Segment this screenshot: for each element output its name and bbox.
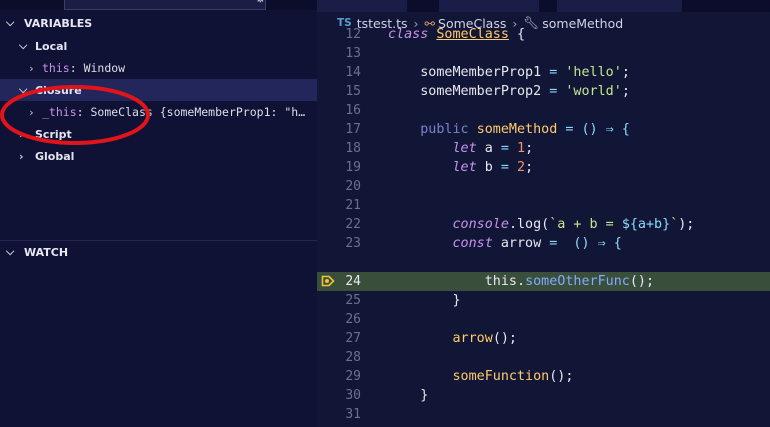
variable-row-this[interactable]: › this: Window [0, 57, 317, 79]
code-line[interactable]: 19 let b = 2; [317, 158, 770, 177]
variables-section-header[interactable]: ⌵ VARIABLES [0, 12, 317, 34]
chevron-down-icon: ⌵ [19, 83, 28, 96]
code-line[interactable]: 20 [317, 177, 770, 196]
chevron-down-icon: ⌵ [6, 245, 15, 258]
code-text: console.log(`a + b = ${a+b}`); [452, 217, 695, 232]
gear-icon[interactable]: ⚙ [255, 0, 266, 5]
editor-tab[interactable] [557, 0, 683, 12]
group-label: Closure [35, 83, 82, 97]
line-number: 16 [345, 103, 361, 118]
line-number: 23 [345, 236, 361, 251]
code-editor[interactable]: TS tstest.ts › ⚯ SomeClass › 🔧︎ someMeth… [317, 0, 770, 427]
code-text: let b = 2; [452, 160, 534, 175]
code-line[interactable]: 27 arrow(); [317, 329, 770, 348]
editor-tab[interactable] [317, 0, 408, 12]
code-text: public someMethod = () ⇒ { [420, 122, 630, 137]
line-number: 15 [345, 84, 361, 99]
line-number: 20 [345, 179, 361, 194]
line-number: 18 [345, 141, 361, 156]
code-text: let a = 1; [452, 141, 534, 156]
debug-toolbar: ⚙ [0, 0, 317, 10]
chevron-right-icon: › [28, 61, 35, 75]
variable-name: this [42, 61, 70, 75]
code-text: const arrow = () ⇒ { [452, 236, 622, 251]
line-number: 17 [345, 122, 361, 137]
line-number: 29 [345, 369, 361, 384]
launch-config-select[interactable]: ⚙ [64, 0, 266, 10]
code-text: arrow(); [452, 331, 518, 346]
line-number: 19 [345, 160, 361, 175]
code-text: someFunction(); [452, 369, 574, 384]
code-line[interactable]: 26 [317, 310, 770, 329]
code-line[interactable]: 14 someMemberProp1 = 'hello'; [317, 63, 770, 82]
variables-title: VARIABLES [24, 16, 93, 30]
code-text: someMemberProp2 = 'world'; [420, 84, 630, 99]
watch-title: WATCH [24, 245, 69, 259]
line-number: 31 [345, 407, 361, 422]
code-text: someMemberProp1 = 'hello'; [420, 65, 630, 80]
code-text: class SomeClass { [388, 27, 526, 42]
chevron-right-icon: › [28, 105, 35, 119]
code-text: } [452, 293, 461, 308]
line-number: 21 [345, 198, 361, 213]
code-text: } [420, 388, 429, 403]
tree-group-local[interactable]: ⌵ Local [0, 35, 317, 57]
variable-name: _this [42, 105, 77, 119]
tree-group-script[interactable]: › Script [0, 123, 317, 145]
chevron-right-icon: › [19, 127, 24, 141]
line-number: 27 [345, 331, 361, 346]
chevron-down-icon: ⌵ [19, 39, 28, 52]
chevron-right-icon: › [19, 149, 24, 163]
line-number: 30 [345, 388, 361, 403]
line-number: 28 [345, 350, 361, 365]
code-line[interactable]: 29 someFunction(); [317, 367, 770, 386]
code-line[interactable]: 25 } [317, 291, 770, 310]
code-line[interactable]: 17 public someMethod = () ⇒ { [317, 120, 770, 139]
variable-value: SomeClass {someMemberProp1: "h… [90, 105, 306, 119]
debug-sidebar: ⚙ ⌵ VARIABLES ⌵ Local › this: Window ⌵ C… [0, 0, 317, 427]
editor-tab-bar [317, 0, 770, 12]
code-line[interactable]: 13 [317, 44, 770, 63]
code-line[interactable]: 12 class SomeClass { [317, 25, 770, 44]
group-label: Local [35, 39, 68, 53]
tree-group-closure[interactable]: ⌵ Closure [0, 79, 317, 101]
code-line[interactable]: 18 let a = 1; [317, 139, 770, 158]
code-line[interactable]: 28 [317, 348, 770, 367]
code-text: this.someOtherFunc(); [484, 274, 655, 289]
line-number: 26 [345, 312, 361, 327]
variable-row-_this[interactable]: › _this: SomeClass {someMemberProp1: "h… [0, 101, 317, 123]
group-label: Script [35, 127, 72, 141]
line-number: 14 [345, 65, 361, 80]
line-number: 25 [345, 293, 361, 308]
editor-tab[interactable] [439, 0, 540, 12]
tree-group-global[interactable]: › Global [0, 145, 317, 167]
code-line[interactable]: 30 } [317, 386, 770, 405]
line-number: 22 [345, 217, 361, 232]
current-execution-line[interactable]: 24 this.someOtherFunc(); [317, 272, 770, 291]
watch-section-header[interactable]: ⌵ WATCH [0, 241, 317, 263]
code-line[interactable]: 16 [317, 101, 770, 120]
breakpoint-arrow-icon[interactable] [321, 274, 335, 288]
line-number: 12 [345, 27, 361, 42]
code-line[interactable]: 23 const arrow = () ⇒ { [317, 234, 770, 253]
group-label: Global [35, 149, 75, 163]
code-line[interactable]: 15 someMemberProp2 = 'world'; [317, 82, 770, 101]
chevron-down-icon: ⌵ [6, 16, 15, 29]
code-line[interactable]: 31 [317, 405, 770, 424]
code-line[interactable]: 21 [317, 196, 770, 215]
code-line[interactable]: 22 console.log(`a + b = ${a+b}`); [317, 215, 770, 234]
line-number: 13 [345, 46, 361, 61]
variable-value: Window [83, 61, 126, 75]
